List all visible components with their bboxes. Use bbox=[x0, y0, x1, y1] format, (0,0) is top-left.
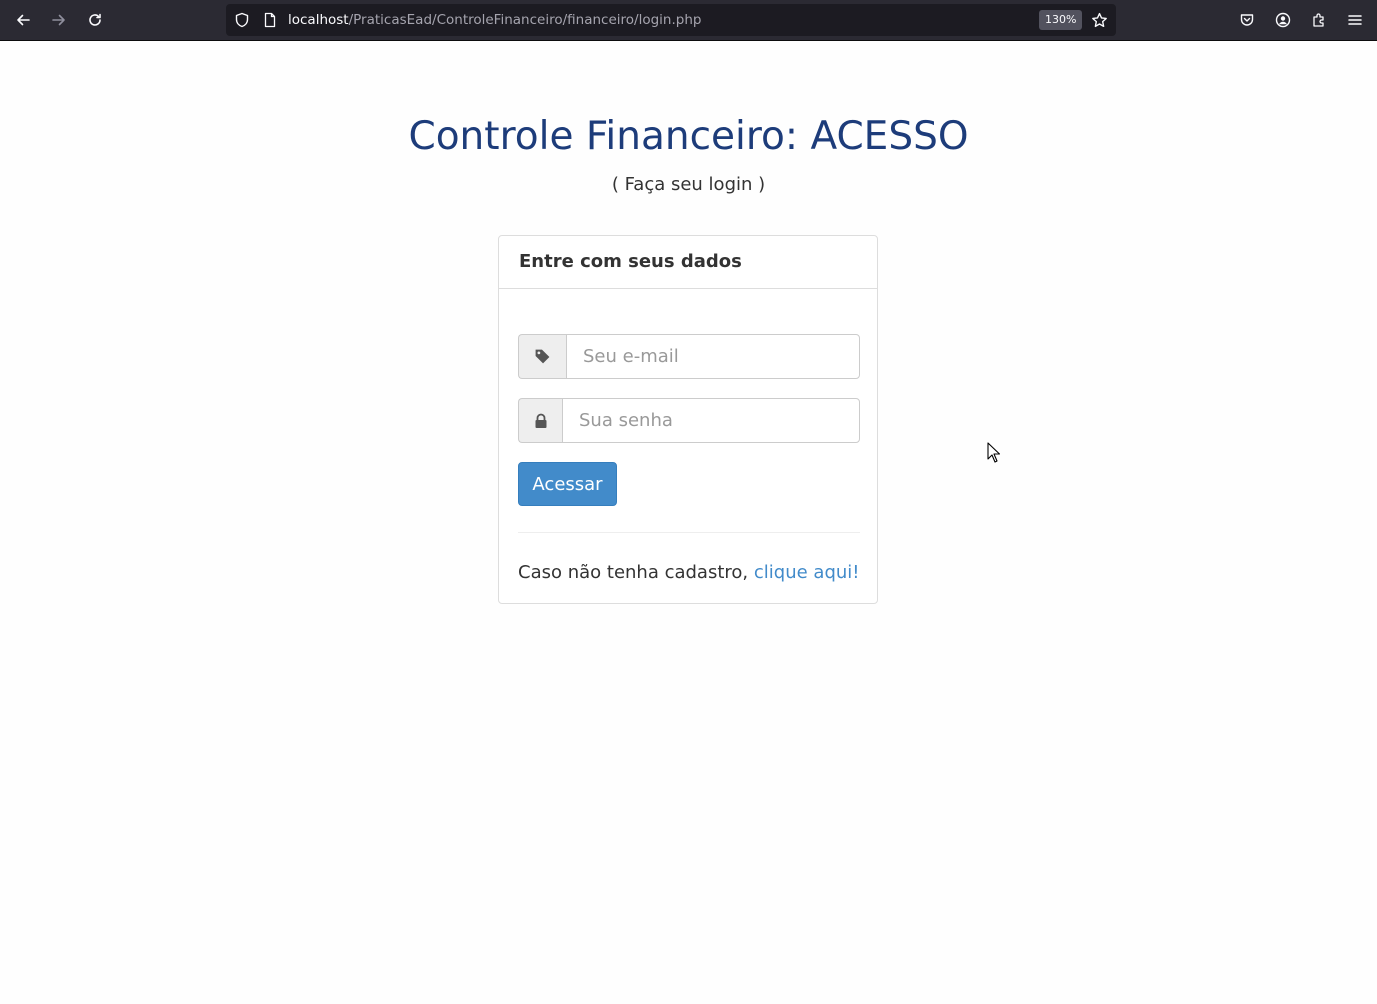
menu-button[interactable] bbox=[1341, 6, 1369, 34]
panel-title: Entre com seus dados bbox=[519, 251, 742, 272]
star-icon[interactable] bbox=[1091, 12, 1108, 29]
arrow-left-icon bbox=[17, 14, 30, 26]
forward-button[interactable] bbox=[45, 6, 73, 34]
reload-icon bbox=[89, 13, 101, 26]
lock-icon bbox=[535, 413, 546, 428]
login-button[interactable]: Acessar bbox=[518, 462, 617, 506]
url-host: localhost bbox=[288, 12, 349, 28]
puzzle-icon bbox=[1313, 13, 1324, 27]
signup-text: Caso não tenha cadastro, clique aqui! bbox=[518, 562, 860, 583]
mouse-cursor-icon bbox=[987, 442, 1001, 463]
reload-button[interactable] bbox=[81, 6, 109, 34]
page-title: Controle Financeiro: ACESSO bbox=[408, 114, 969, 159]
pocket-button[interactable] bbox=[1233, 6, 1261, 34]
url-bar[interactable]: localhost/PraticasEad/ControleFinanceiro… bbox=[226, 4, 1116, 36]
login-panel: Entre com seus dados Acessar Caso não te… bbox=[498, 235, 878, 604]
signup-prompt: Caso não tenha cadastro, bbox=[518, 562, 749, 583]
email-addon bbox=[518, 334, 566, 379]
password-input-group bbox=[518, 398, 860, 443]
email-input-group bbox=[518, 334, 860, 379]
url-text[interactable]: localhost/PraticasEad/ControleFinanceiro… bbox=[288, 4, 701, 36]
page-subtitle: ( Faça seu login ) bbox=[611, 174, 766, 195]
hamburger-icon bbox=[1348, 15, 1362, 25]
back-button[interactable] bbox=[9, 6, 37, 34]
arrow-right-icon bbox=[52, 14, 65, 26]
shield-icon[interactable] bbox=[234, 12, 250, 28]
divider bbox=[518, 532, 860, 533]
account-button[interactable] bbox=[1269, 6, 1297, 34]
browser-toolbar: localhost/PraticasEad/ControleFinanceiro… bbox=[0, 0, 1377, 41]
url-path: /PraticasEad/ControleFinanceiro/financei… bbox=[348, 12, 702, 28]
password-input[interactable] bbox=[562, 398, 860, 443]
pocket-icon bbox=[1240, 14, 1254, 26]
extensions-button[interactable] bbox=[1305, 6, 1333, 34]
password-addon bbox=[518, 398, 562, 443]
email-input[interactable] bbox=[566, 334, 860, 379]
signup-link[interactable]: clique aqui! bbox=[754, 562, 860, 583]
page-icon[interactable] bbox=[262, 12, 278, 28]
zoom-badge[interactable]: 130% bbox=[1039, 10, 1083, 30]
panel-heading: Entre com seus dados bbox=[499, 236, 877, 289]
account-icon bbox=[1275, 12, 1291, 28]
tag-icon bbox=[535, 349, 550, 364]
